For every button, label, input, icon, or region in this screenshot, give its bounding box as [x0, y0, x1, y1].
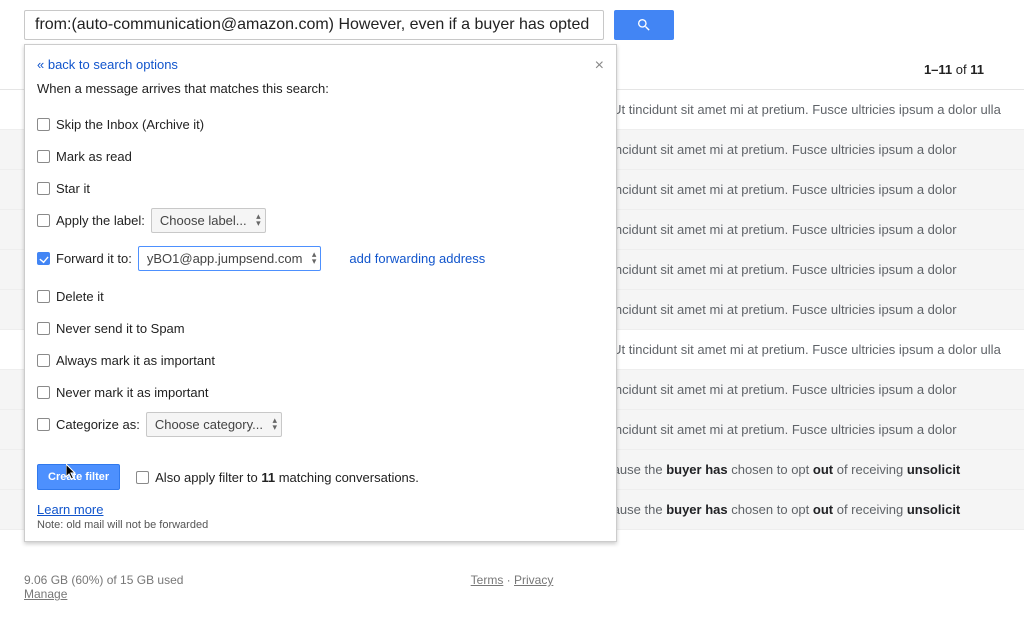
checkbox-never-important[interactable]	[37, 386, 50, 399]
checkbox-delete-it[interactable]	[37, 290, 50, 303]
updown-icon: ▴▾	[272, 417, 277, 431]
search-input[interactable]	[24, 10, 604, 40]
cursor-icon	[66, 464, 78, 480]
filter-panel: « back to search options × When a messag…	[24, 44, 617, 542]
forward-note: Note: old mail will not be forwarded	[37, 519, 604, 531]
checkbox-star-it[interactable]	[37, 182, 50, 195]
footer: 9.06 GB (60%) of 15 GB used Manage Terms…	[24, 573, 1000, 601]
label-mark-read: Mark as read	[56, 149, 132, 164]
label-delete-it: Delete it	[56, 289, 104, 304]
label-skip-inbox: Skip the Inbox (Archive it)	[56, 117, 204, 132]
updown-icon: ▴▾	[256, 213, 261, 227]
storage-text: 9.06 GB (60%) of 15 GB used	[24, 573, 183, 587]
checkbox-also-apply[interactable]	[136, 471, 149, 484]
result-total: 11	[970, 62, 984, 77]
select-forward-address[interactable]: yBO1@app.jumpsend.com▴▾	[138, 246, 322, 271]
back-to-search-link[interactable]: « back to search options	[37, 57, 178, 75]
label-forward-to: Forward it to:	[56, 251, 132, 266]
row-snippet: - Ut tincidunt sit amet mi at pretium. F…	[584, 422, 957, 437]
label-apply-label: Apply the label:	[56, 213, 145, 228]
checkbox-never-spam[interactable]	[37, 322, 50, 335]
label-star-it: Star it	[56, 181, 90, 196]
search-bar	[0, 0, 1024, 48]
select-label[interactable]: Choose label...▴▾	[151, 208, 266, 233]
row-snippet: - because the buyer has chosen to opt ou…	[584, 502, 960, 517]
filter-heading: When a message arrives that matches this…	[37, 81, 604, 96]
also-apply-prefix: Also apply filter to	[155, 470, 261, 485]
also-apply-count: 11	[261, 470, 275, 485]
result-of: of	[956, 62, 967, 77]
privacy-link[interactable]: Privacy	[514, 573, 553, 587]
label-never-spam: Never send it to Spam	[56, 321, 185, 336]
row-snippet: - Ut tincidunt sit amet mi at pretium. F…	[584, 222, 957, 237]
checkbox-mark-read[interactable]	[37, 150, 50, 163]
search-icon	[636, 17, 652, 33]
manage-link[interactable]: Manage	[24, 587, 183, 601]
updown-icon: ▴▾	[312, 251, 317, 265]
learn-more-link[interactable]: Learn more	[37, 502, 103, 517]
row-snippet: - Ut tincidunt sit amet mi at pretium. F…	[604, 342, 1001, 357]
select-category[interactable]: Choose category...▴▾	[146, 412, 282, 437]
row-snippet: - Ut tincidunt sit amet mi at pretium. F…	[584, 302, 957, 317]
row-snippet: - Ut tincidunt sit amet mi at pretium. F…	[584, 142, 957, 157]
row-snippet: - Ut tincidunt sit amet mi at pretium. F…	[584, 382, 957, 397]
checkbox-always-important[interactable]	[37, 354, 50, 367]
checkbox-skip-inbox[interactable]	[37, 118, 50, 131]
row-snippet: - Ut tincidunt sit amet mi at pretium. F…	[584, 262, 957, 277]
label-never-important: Never mark it as important	[56, 385, 208, 400]
also-apply-suffix: matching conversations.	[275, 470, 419, 485]
add-forward-link[interactable]: add forwarding address	[349, 251, 485, 266]
result-range: 1–11	[924, 62, 952, 77]
create-filter-button[interactable]: Create filter	[37, 464, 120, 490]
row-snippet: - Ut tincidunt sit amet mi at pretium. F…	[604, 102, 1001, 117]
search-button[interactable]	[614, 10, 674, 40]
checkbox-apply-label[interactable]	[37, 214, 50, 227]
checkbox-forward-to[interactable]	[37, 252, 50, 265]
terms-link[interactable]: Terms	[471, 573, 504, 587]
close-icon[interactable]: ×	[595, 57, 604, 75]
label-always-important: Always mark it as important	[56, 353, 215, 368]
row-snippet: - because the buyer has chosen to opt ou…	[584, 462, 960, 477]
row-snippet: - Ut tincidunt sit amet mi at pretium. F…	[584, 182, 957, 197]
checkbox-categorize[interactable]	[37, 418, 50, 431]
label-categorize: Categorize as:	[56, 417, 140, 432]
